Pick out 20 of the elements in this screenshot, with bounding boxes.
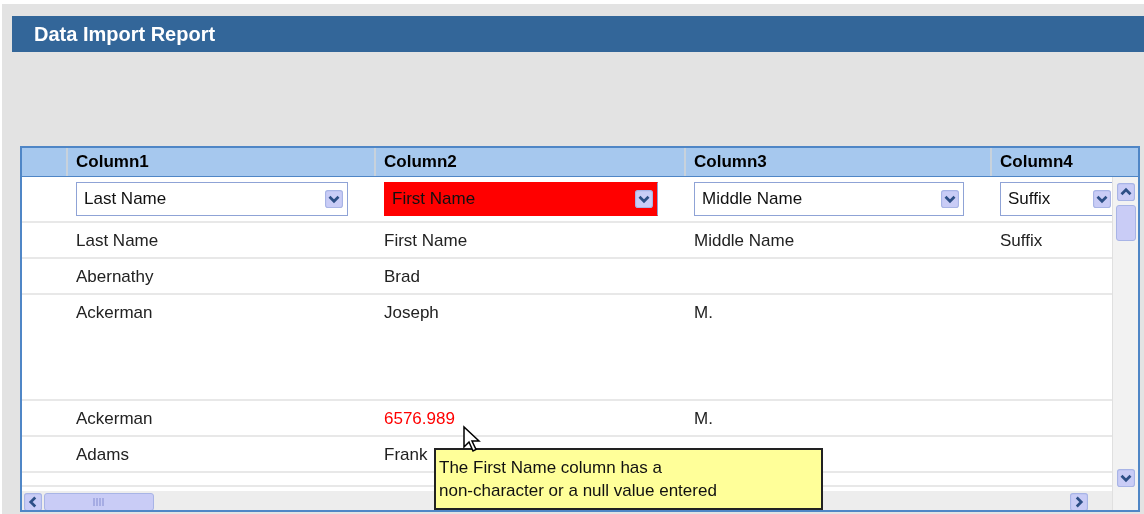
table-cell: Abernathy [76,267,154,287]
table-cell: Last Name [76,231,159,251]
table-cell: Ackerman [76,409,153,429]
table-cell: Brad [384,267,420,287]
table-cell: Middle Name [694,231,795,251]
table-cell: Suffix [1000,231,1043,251]
table-cell: Frank [384,445,428,465]
window-title: Data Import Report [12,16,1144,52]
column-header: Column2 [374,148,684,176]
table-cell: Joseph [384,303,439,323]
table-cell: M. [694,409,713,429]
column-header: Column1 [66,148,374,176]
table-cell: Ackerman [76,303,153,323]
table-cell: 6576.989 [384,409,455,429]
table-cell: Adams [76,445,129,465]
table-cell: M. [694,303,713,323]
column-header: Column3 [684,148,990,176]
column-header: Column4 [990,148,1116,176]
table-cell: First Name [384,231,468,251]
tooltip: The First Name column has a non-character or a null value entered [434,448,823,510]
